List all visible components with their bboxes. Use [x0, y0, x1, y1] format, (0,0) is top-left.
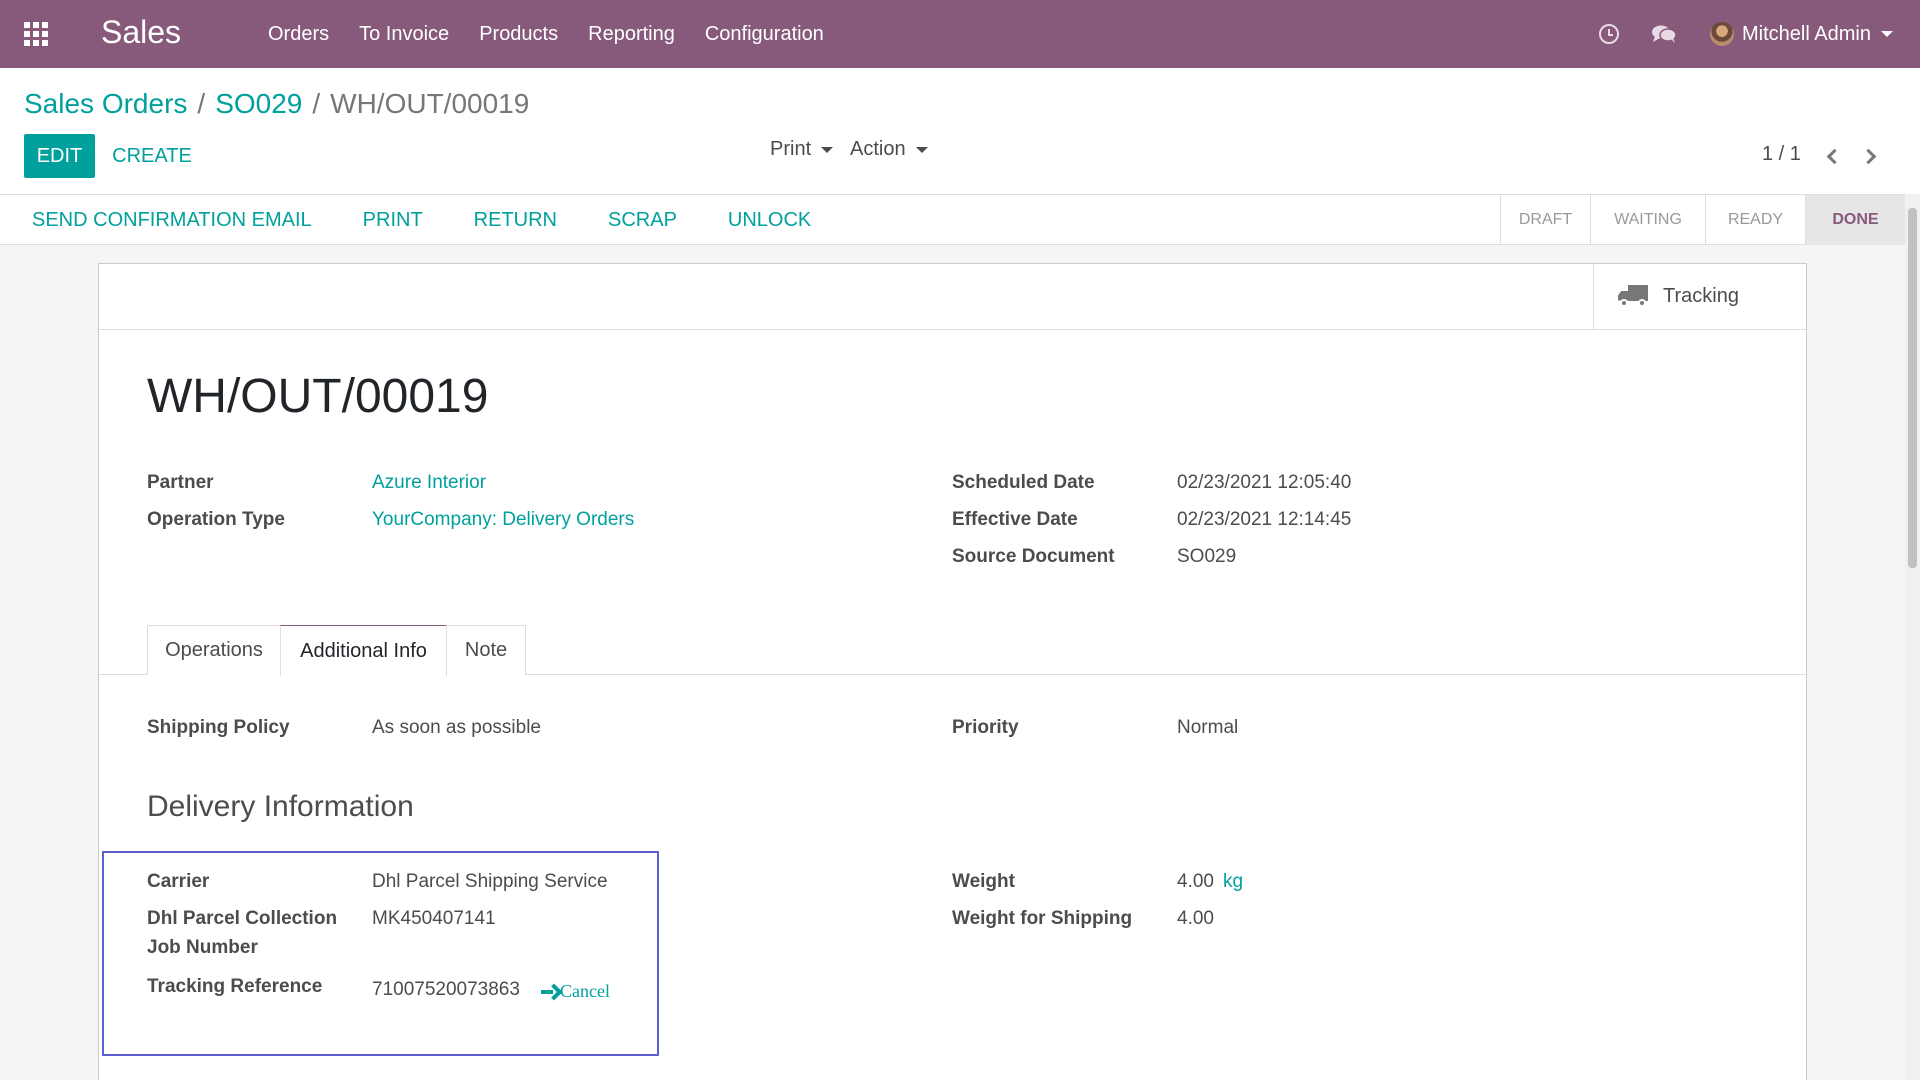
- send-confirmation-email-button[interactable]: SEND CONFIRMATION EMAIL: [24, 209, 320, 232]
- scheduled-date-label: Scheduled Date: [952, 472, 1095, 493]
- tab-operations[interactable]: Operations: [147, 625, 281, 675]
- breadcrumb-separator: /: [197, 88, 206, 119]
- source-document-value: SO029: [1177, 546, 1237, 567]
- avatar: [1710, 22, 1734, 46]
- scrollbar-thumb[interactable]: [1908, 208, 1917, 568]
- collection-job-label-line2: Job Number: [147, 937, 258, 958]
- chevron-right-icon: [1860, 148, 1877, 165]
- notebook-tabs: Operations Additional Info Note: [99, 625, 1806, 676]
- chevron-left-icon: [1826, 148, 1843, 165]
- main-menu: Orders To Invoice Products Reporting Con…: [268, 0, 854, 68]
- action-dropdown[interactable]: Action: [850, 138, 928, 161]
- top-navbar: Sales Orders To Invoice Products Reporti…: [0, 0, 1920, 68]
- create-button[interactable]: CREATE: [102, 134, 202, 178]
- weight-unit: kg: [1223, 871, 1244, 892]
- shipping-policy-value: As soon as possible: [372, 717, 541, 738]
- print-button[interactable]: PRINT: [355, 209, 431, 232]
- user-menu[interactable]: Mitchell Admin: [1710, 16, 1893, 52]
- tab-note[interactable]: Note: [446, 625, 526, 675]
- menu-item-orders[interactable]: Orders: [268, 23, 329, 46]
- shipping-policy-label: Shipping Policy: [147, 717, 290, 738]
- priority-value: Normal: [1177, 717, 1239, 738]
- scrap-button[interactable]: SCRAP: [600, 209, 685, 232]
- action-buttons: SEND CONFIRMATION EMAIL PRINT RETURN SCR…: [24, 195, 854, 245]
- cancel-shipment-link[interactable]: Cancel: [540, 981, 610, 1002]
- priority-label: Priority: [952, 717, 1019, 738]
- stage-ready[interactable]: READY: [1705, 195, 1805, 245]
- scheduled-date-value: 02/23/2021 12:05:40: [1177, 472, 1352, 493]
- user-name: Mitchell Admin: [1742, 22, 1871, 45]
- statusbar: SEND CONFIRMATION EMAIL PRINT RETURN SCR…: [0, 194, 1905, 245]
- effective-date-value: 02/23/2021 12:14:45: [1177, 509, 1352, 530]
- weight-for-shipping-label: Weight for Shipping: [952, 908, 1133, 929]
- breadcrumb: Sales Orders / SO029 / WH/OUT/00019: [24, 88, 529, 120]
- stage-pipeline: DRAFT WAITING READY DONE: [1500, 195, 1905, 245]
- messaging-chat-icon[interactable]: [1651, 24, 1677, 44]
- print-dropdown[interactable]: Print: [770, 138, 834, 161]
- caret-down-icon: [915, 146, 928, 153]
- caret-down-icon: [821, 146, 834, 153]
- pager-next-button[interactable]: [1860, 145, 1884, 169]
- page-scrollbar[interactable]: [1905, 194, 1920, 1080]
- menu-item-products[interactable]: Products: [479, 23, 558, 46]
- menu-item-to-invoice[interactable]: To Invoice: [359, 23, 449, 46]
- menu-item-configuration[interactable]: Configuration: [705, 23, 824, 46]
- activity-clock-icon[interactable]: [1599, 24, 1619, 44]
- tracking-reference-value: 71007520073863: [372, 979, 520, 1000]
- collection-job-label-line1: Dhl Parcel Collection: [147, 908, 338, 929]
- stage-draft[interactable]: DRAFT: [1500, 195, 1590, 245]
- stage-waiting[interactable]: WAITING: [1590, 195, 1705, 245]
- tracking-button[interactable]: Tracking: [1593, 264, 1806, 329]
- print-dropdown-label: Print: [770, 138, 812, 160]
- breadcrumb-current: WH/OUT/00019: [330, 88, 530, 119]
- weight-value: 4.00: [1177, 871, 1214, 892]
- cancel-label: Cancel: [560, 981, 610, 1001]
- form-sheet: Tracking WH/OUT/00019 Partner Azure Inte…: [98, 263, 1807, 1080]
- delivery-information-heading: Delivery Information: [147, 790, 414, 823]
- partner-label: Partner: [147, 472, 214, 493]
- record-title: WH/OUT/00019: [147, 370, 489, 423]
- breadcrumb-so029[interactable]: SO029: [215, 88, 302, 120]
- source-document-label: Source Document: [952, 546, 1115, 567]
- edit-button[interactable]: EDIT: [24, 134, 95, 178]
- operation-type-label: Operation Type: [147, 509, 285, 530]
- weight-label: Weight: [952, 871, 1015, 892]
- breadcrumb-separator: /: [312, 88, 321, 119]
- breadcrumb-sales-orders[interactable]: Sales Orders: [24, 88, 187, 120]
- app-name[interactable]: Sales: [101, 14, 181, 51]
- tab-additional-info[interactable]: Additional Info: [280, 625, 447, 676]
- carrier-value: Dhl Parcel Shipping Service: [372, 871, 608, 892]
- partner-link[interactable]: Azure Interior: [372, 472, 486, 494]
- menu-item-reporting[interactable]: Reporting: [588, 23, 675, 46]
- unlock-button[interactable]: UNLOCK: [720, 209, 819, 232]
- smart-button-box: Tracking: [99, 264, 1806, 330]
- pager-previous-button[interactable]: [1820, 145, 1844, 169]
- weight-for-shipping-value: 4.00: [1177, 908, 1214, 929]
- carrier-label: Carrier: [147, 871, 210, 892]
- truck-icon: [1618, 284, 1648, 309]
- action-dropdown-label: Action: [850, 138, 906, 160]
- control-panel: Sales Orders / SO029 / WH/OUT/00019 EDIT…: [0, 68, 1920, 194]
- stage-done[interactable]: DONE: [1805, 195, 1905, 245]
- chevron-down-icon: [1880, 31, 1893, 37]
- collection-job-value: MK450407141: [372, 908, 496, 929]
- tracking-reference-label: Tracking Reference: [147, 976, 323, 997]
- operation-type-link[interactable]: YourCompany: Delivery Orders: [372, 509, 634, 531]
- arrow-right-icon: [540, 984, 558, 1000]
- pager-value[interactable]: 1 / 1: [1762, 143, 1801, 166]
- tracking-label: Tracking: [1663, 285, 1739, 307]
- apps-menu-icon[interactable]: [24, 22, 50, 46]
- return-button[interactable]: RETURN: [466, 209, 565, 232]
- effective-date-label: Effective Date: [952, 509, 1078, 530]
